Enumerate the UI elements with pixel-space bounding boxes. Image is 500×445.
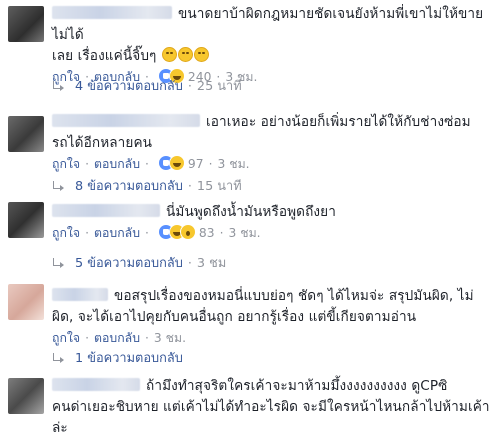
comment-actions: ถูกใจ · ตอบกลับ · 83 · 3 ชม. — [52, 224, 494, 245]
laughing-emoji — [193, 47, 209, 62]
comment: นี่มันพูดถึงน้ำมันหรือพูดถึงยา ถูกใจ · ตอบ… — [0, 196, 500, 276]
comment-body: ขนาดยาบ้าผิดกฎหมายชัดเจนยังห้ามพี่เขาไม่… — [52, 4, 494, 89]
commenter-name[interactable] — [52, 204, 160, 217]
reply-link[interactable]: ตอบกลับ — [94, 157, 140, 171]
comment-text-line: ขอสรุปเรื่องของหมอนี่แบบย่อๆ ชัดๆ ได้ไหม… — [114, 288, 474, 304]
commenter-name[interactable] — [52, 288, 108, 301]
comment-text-line: เอาเหอะ อย่างน้อยก็เพิ่มรายได้ให้กับช่าง… — [206, 114, 471, 130]
comment: ขอสรุปเรื่องของหมอนี่แบบย่อๆ ชัดๆ ได้ไหม… — [0, 276, 500, 368]
commenter-name[interactable] — [52, 378, 140, 391]
comment-text-line: ล่ะ — [52, 420, 68, 436]
comment: ถ้ามึงทำสุจริตใครเค้าจะมาห้ามมึ้งงงงงงงง… — [0, 370, 500, 445]
like-link[interactable]: ถูกใจ — [52, 331, 80, 345]
replies-count[interactable]: 8 ข้อความตอบกลับ — [75, 179, 183, 194]
wow-reaction-icon — [179, 224, 196, 240]
comment-text-line: ผิด, จะได้เอาไปคุยกับคนอื่นถูก อยากรู้เร… — [52, 309, 417, 325]
comment-body: ขอสรุปเรื่องของหมอนี่แบบย่อๆ ชัดๆ ได้ไหม… — [52, 286, 494, 347]
comment-text: ถ้ามึงทำสุจริตใครเค้าจะมาห้ามมึ้งงงงงงงง… — [52, 376, 494, 439]
laughing-emoji — [177, 47, 193, 62]
avatar[interactable] — [8, 202, 44, 238]
avatar[interactable] — [8, 378, 44, 414]
comment-actions: ถูกใจ · ตอบกลับ · 3 ชม. — [52, 331, 187, 345]
comment-time[interactable]: 3 ชม. — [229, 226, 261, 240]
comment-time[interactable]: 3 ชม. — [154, 331, 186, 345]
comment-body: ถ้ามึงทำสุจริตใครเค้าจะมาห้ามมึ้งงงงงงงง… — [52, 376, 494, 439]
comment-body: นี่มันพูดถึงน้ำมันหรือพูดถึงยา ถูกใจ · ตอบ… — [52, 202, 494, 245]
avatar[interactable] — [8, 116, 44, 152]
comment-text: นี่มันพูดถึงน้ำมันหรือพูดถึงยา — [52, 202, 494, 223]
reaction-count[interactable]: 97 — [188, 157, 204, 171]
reply-link[interactable]: ตอบกลับ — [94, 331, 140, 345]
reply-link[interactable]: ตอบกลับ — [94, 226, 140, 240]
comment: ขนาดยาบ้าผิดกฎหมายชัดเจนยังห้ามพี่เขาไม่… — [0, 0, 500, 106]
reply-arrow-icon — [52, 181, 66, 191]
commenter-name[interactable] — [52, 114, 200, 127]
comment-text: ขอสรุปเรื่องของหมอนี่แบบย่อๆ ชัดๆ ได้ไหม… — [52, 286, 494, 328]
replies-time: 3 ชม — [196, 256, 227, 271]
view-replies-link[interactable]: 4 ข้อความตอบกลับ · 25 นาที — [52, 78, 242, 96]
reactions[interactable] — [157, 155, 185, 176]
comment-text-line: รถได้อีกหลายคน — [52, 135, 153, 151]
comment-thread: ขนาดยาบ้าผิดกฎหมายชัดเจนยังห้ามพี่เขาไม่… — [0, 0, 500, 445]
reply-arrow-icon — [52, 81, 66, 91]
view-replies-link[interactable]: 5 ข้อความตอบกลับ · 3 ชม — [52, 255, 226, 273]
comment-text: เอาเหอะ อย่างน้อยก็เพิ่มรายได้ให้กับช่าง… — [52, 112, 494, 154]
replies-count[interactable]: 4 ข้อความตอบกลับ — [75, 79, 183, 94]
haha-reaction-icon — [168, 155, 185, 171]
view-replies-link[interactable]: 8 ข้อความตอบกลับ · 15 นาที — [52, 178, 242, 196]
view-replies-link[interactable]: 1 ข้อความตอบกลับ — [52, 350, 183, 368]
commenter-name[interactable] — [52, 6, 172, 19]
comment-actions: ถูกใจ · ตอบกลับ · 97 · 3 ชม. — [52, 155, 494, 176]
avatar[interactable] — [8, 6, 44, 42]
replies-time: 15 นาที — [196, 179, 242, 194]
comment-body: เอาเหอะ อย่างน้อยก็เพิ่มรายได้ให้กับช่าง… — [52, 112, 494, 176]
like-link[interactable]: ถูกใจ — [52, 226, 80, 240]
replies-count[interactable]: 5 ข้อความตอบกลับ — [75, 256, 183, 271]
reply-arrow-icon — [52, 353, 66, 363]
avatar[interactable] — [8, 284, 44, 320]
comment-text-line: เลย เรื่องแค่นี้จิ๊บๆ — [52, 48, 157, 64]
comment-text: ขนาดยาบ้าผิดกฎหมายชัดเจนยังห้ามพี่เขาไม่… — [52, 4, 494, 67]
replies-count[interactable]: 1 ข้อความตอบกลับ — [75, 351, 183, 366]
laughing-emoji — [161, 47, 177, 62]
like-link[interactable]: ถูกใจ — [52, 157, 80, 171]
replies-time: 25 นาที — [196, 79, 242, 94]
comment-text-line: คนด่าเยอะชิบหาย แต่เค้าไม่ได้ทำอะไรผิด จ… — [52, 399, 490, 415]
reply-arrow-icon — [52, 258, 66, 268]
reactions[interactable] — [157, 224, 196, 245]
comment-text-line: นี่มันพูดถึงน้ำมันหรือพูดถึงยา — [166, 204, 336, 220]
comment: เอาเหอะ อย่างน้อยก็เพิ่มรายได้ให้กับช่าง… — [0, 106, 500, 196]
reaction-count[interactable]: 83 — [199, 226, 215, 240]
comment-text-line: ถ้ามึงทำสุจริตใครเค้าจะมาห้ามมึ้งงงงงงงง… — [146, 378, 448, 394]
comment-time[interactable]: 3 ชม. — [218, 157, 250, 171]
